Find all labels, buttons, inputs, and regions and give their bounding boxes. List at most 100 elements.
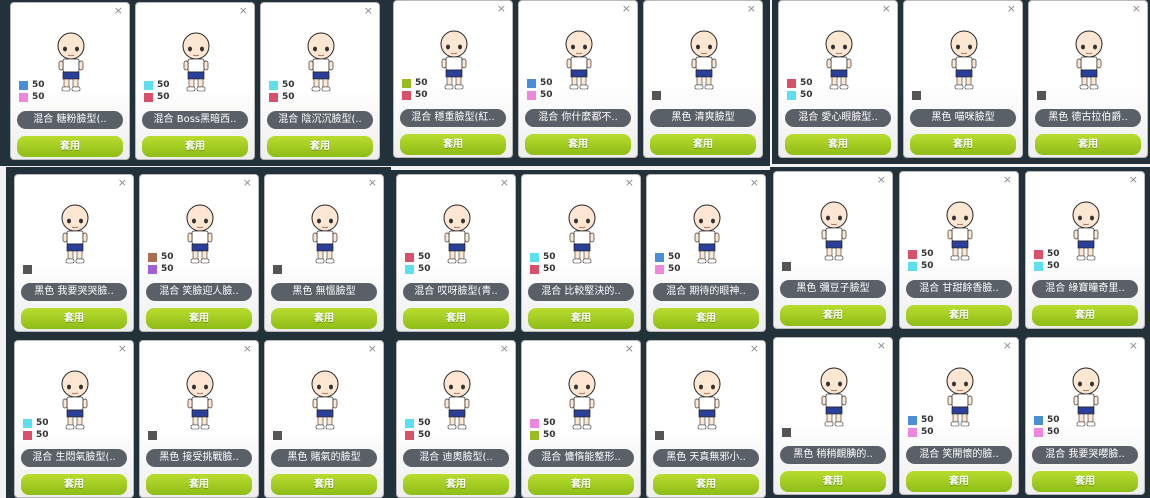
close-icon[interactable]: × [118, 343, 127, 355]
color-mix-swatches: 50 50 [1034, 248, 1060, 272]
apply-button[interactable]: 套用 [525, 134, 631, 155]
color-ratio-value: 50 [1047, 261, 1060, 271]
face-card: × 黑色 我要哭哭臉.. 套用 [14, 174, 134, 332]
color-ratio-value: 50 [36, 418, 49, 428]
apply-button[interactable]: 套用 [403, 474, 509, 495]
apply-button[interactable]: 套用 [906, 305, 1012, 326]
face-card: × 黑色 接受挑戰臉.. 套用 [139, 340, 259, 498]
close-icon[interactable]: × [1003, 174, 1012, 186]
color-swatch-row: 50 [405, 263, 431, 275]
apply-button[interactable]: 套用 [653, 474, 759, 495]
apply-button[interactable]: 套用 [267, 136, 373, 157]
close-icon[interactable]: × [882, 3, 891, 15]
color-ratio-value: 50 [32, 92, 45, 102]
close-icon[interactable]: × [243, 343, 252, 355]
apply-button[interactable]: 套用 [146, 474, 252, 495]
close-icon[interactable]: × [114, 5, 123, 17]
color-swatch-row [273, 263, 286, 275]
apply-button[interactable]: 套用 [780, 305, 886, 326]
face-name-label: 混合 生悶氣臉型(.. [21, 449, 127, 467]
color-ratio-value: 50 [800, 90, 813, 100]
apply-button[interactable]: 套用 [400, 134, 506, 155]
color-mix-swatches [782, 260, 795, 272]
color-ratio-value: 50 [800, 78, 813, 88]
face-card: × 黑色 稍稍靦腆的.. 套用 [773, 337, 893, 495]
color-swatch-row: 50 [19, 79, 45, 91]
color-ratio-value: 50 [921, 415, 934, 425]
color-swatch [23, 418, 32, 428]
close-icon[interactable]: × [622, 3, 631, 15]
apply-button[interactable]: 套用 [653, 308, 759, 329]
apply-button[interactable]: 套用 [403, 308, 509, 329]
apply-button[interactable]: 套用 [17, 136, 123, 157]
close-icon[interactable]: × [625, 177, 634, 189]
close-icon[interactable]: × [500, 343, 509, 355]
apply-button[interactable]: 套用 [780, 471, 886, 492]
character-preview-image [821, 29, 857, 91]
color-ratio-value: 50 [543, 252, 556, 262]
close-icon[interactable]: × [118, 177, 127, 189]
apply-button[interactable]: 套用 [910, 134, 1016, 155]
face-card: × 50 50 混合 慵惰能整形.. 套用 [521, 340, 641, 498]
apply-button[interactable]: 套用 [528, 308, 634, 329]
apply-button[interactable]: 套用 [650, 134, 756, 155]
close-icon[interactable]: × [1003, 340, 1012, 352]
character-preview-image [689, 369, 725, 431]
close-icon[interactable]: × [877, 340, 886, 352]
apply-button[interactable]: 套用 [271, 308, 377, 329]
close-icon[interactable]: × [750, 177, 759, 189]
apply-button[interactable]: 套用 [21, 474, 127, 495]
face-name-label: 混合 陰沉沉臉型(.. [267, 111, 373, 129]
color-swatch [269, 80, 278, 90]
close-icon[interactable]: × [625, 343, 634, 355]
color-swatch [23, 264, 32, 274]
color-swatch-row: 50 [655, 263, 681, 275]
color-swatch [269, 92, 278, 102]
apply-button[interactable]: 套用 [21, 308, 127, 329]
close-icon[interactable]: × [500, 177, 509, 189]
close-icon[interactable]: × [877, 174, 886, 186]
close-icon[interactable]: × [497, 3, 506, 15]
color-swatch [273, 264, 282, 274]
apply-button[interactable]: 套用 [1032, 305, 1138, 326]
close-icon[interactable]: × [368, 177, 377, 189]
color-swatch-row [148, 429, 161, 441]
close-icon[interactable]: × [1129, 174, 1138, 186]
color-mix-swatches [273, 429, 286, 441]
apply-button[interactable]: 套用 [146, 308, 252, 329]
apply-button[interactable]: 套用 [271, 474, 377, 495]
color-ratio-value: 50 [418, 264, 431, 274]
apply-button[interactable]: 套用 [142, 136, 248, 157]
apply-button[interactable]: 套用 [906, 471, 1012, 492]
close-icon[interactable]: × [747, 3, 756, 15]
close-icon[interactable]: × [1132, 3, 1141, 15]
apply-button[interactable]: 套用 [1032, 471, 1138, 492]
face-name-label: 混合 哎呀臉型(青.. [403, 283, 509, 301]
color-swatch [1037, 90, 1046, 100]
close-icon[interactable]: × [1129, 340, 1138, 352]
color-swatch [148, 252, 157, 262]
close-icon[interactable]: × [239, 5, 248, 17]
color-swatch-row: 50 [1034, 426, 1060, 438]
color-swatch-row: 50 [530, 263, 556, 275]
close-icon[interactable]: × [1007, 3, 1016, 15]
face-name-label: 混合 期待的眼神.. [653, 283, 759, 301]
color-mix-swatches [912, 89, 925, 101]
character-preview-image [942, 200, 978, 262]
color-ratio-value: 50 [1047, 249, 1060, 259]
apply-button[interactable]: 套用 [785, 134, 891, 155]
face-card: × 黑色 天真無邪小.. 套用 [646, 340, 766, 498]
character-preview-image [53, 31, 89, 93]
close-icon[interactable]: × [750, 343, 759, 355]
color-swatch-row: 50 [19, 91, 45, 103]
face-card: × 50 50 混合 Boss黑暗西.. 套用 [135, 2, 255, 160]
apply-button[interactable]: 套用 [528, 474, 634, 495]
close-icon[interactable]: × [243, 177, 252, 189]
apply-button[interactable]: 套用 [1035, 134, 1141, 155]
character-preview-image [564, 369, 600, 431]
color-swatch-row: 50 [530, 251, 556, 263]
close-icon[interactable]: × [364, 5, 373, 17]
color-swatch-row [652, 89, 665, 101]
color-swatch [273, 430, 282, 440]
close-icon[interactable]: × [368, 343, 377, 355]
